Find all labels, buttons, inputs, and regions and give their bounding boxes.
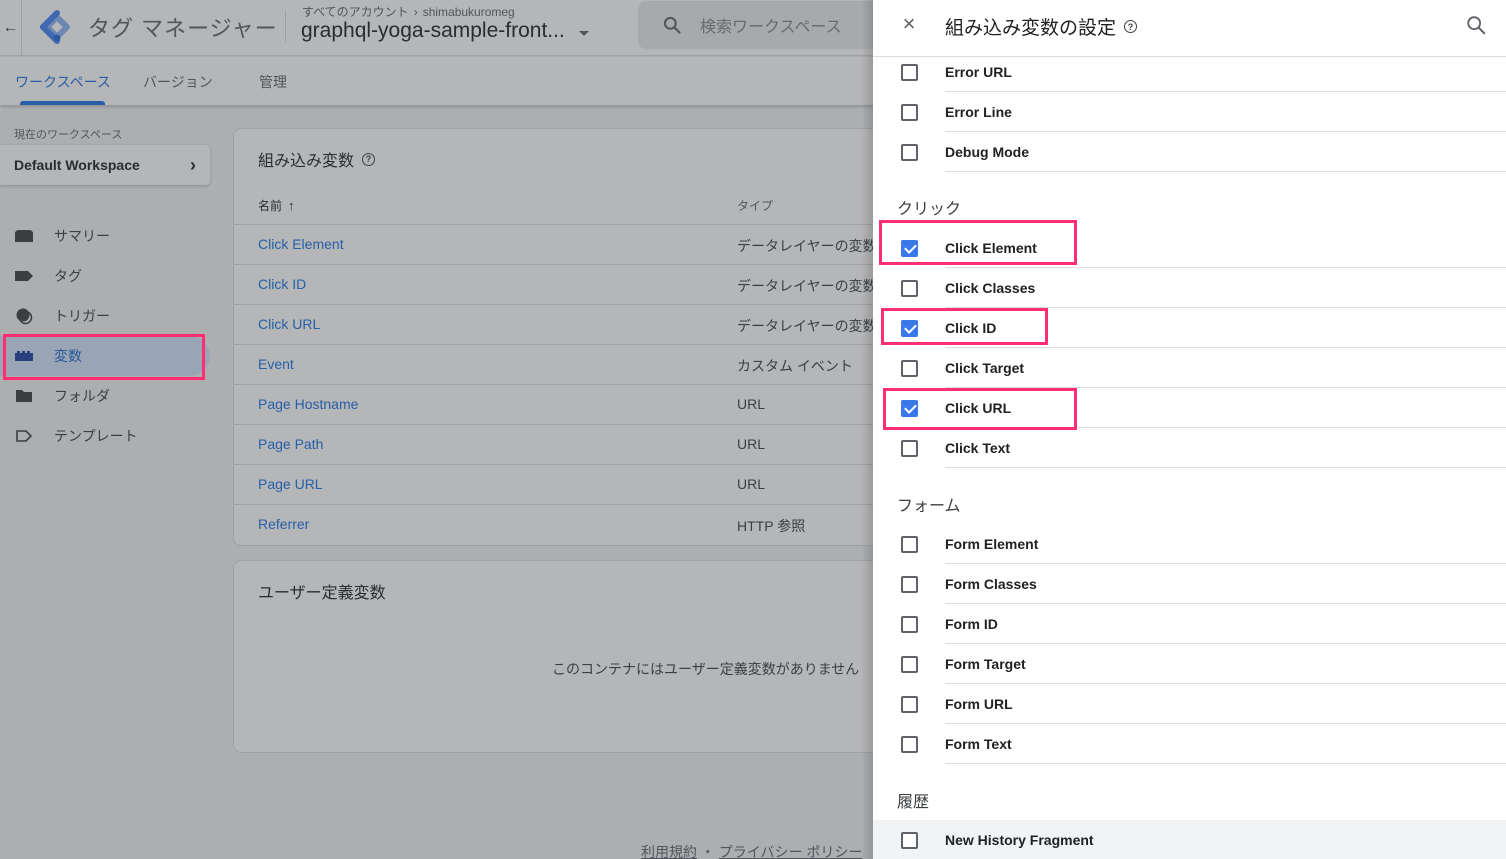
variable-row-error-url[interactable]: Error URL xyxy=(873,52,1506,92)
checkbox-debug-mode[interactable] xyxy=(901,144,918,161)
panel-header: × 組み込み変数の設定 ? xyxy=(873,0,1506,57)
variable-row-click-url[interactable]: Click URL xyxy=(873,388,1506,428)
section-label-history: 履歴 xyxy=(897,794,930,811)
variable-row-click-id[interactable]: Click ID xyxy=(873,308,1506,348)
row-divider xyxy=(945,467,1506,468)
panel-title-text: 組み込み変数の設定 xyxy=(945,18,1117,39)
section-label-click: クリック xyxy=(897,201,962,218)
checkbox-form-id[interactable] xyxy=(901,616,918,633)
variable-label: Form ID xyxy=(945,616,998,632)
variable-label: Click ID xyxy=(945,320,997,336)
panel-shadow xyxy=(861,0,873,859)
variable-row-click-classes[interactable]: Click Classes xyxy=(873,268,1506,308)
variable-label: Debug Mode xyxy=(945,144,1029,160)
variable-row-form-id[interactable]: Form ID xyxy=(873,604,1506,644)
checkbox-form-url[interactable] xyxy=(901,696,918,713)
variable-label: Form Element xyxy=(945,536,1039,552)
checkbox-click-element[interactable] xyxy=(901,240,918,257)
variable-row-form-classes[interactable]: Form Classes xyxy=(873,564,1506,604)
checkbox-error-url[interactable] xyxy=(901,64,918,81)
modal-scrim[interactable] xyxy=(0,0,873,859)
row-divider xyxy=(945,763,1506,764)
checkbox-form-text[interactable] xyxy=(901,736,918,753)
variable-row-new-history-fragment[interactable]: New History Fragment xyxy=(873,820,1506,859)
variable-row-form-element[interactable]: Form Element xyxy=(873,524,1506,564)
checkbox-error-line[interactable] xyxy=(901,104,918,121)
variable-row-click-target[interactable]: Click Target xyxy=(873,348,1506,388)
variable-label: Form Target xyxy=(945,656,1026,672)
checkbox-click-classes[interactable] xyxy=(901,280,918,297)
variable-label: Error URL xyxy=(945,64,1012,80)
search-icon[interactable] xyxy=(1465,14,1487,36)
variable-label: Form Text xyxy=(945,736,1012,752)
variable-row-error-line[interactable]: Error Line xyxy=(873,92,1506,132)
configure-builtin-variables-panel: × 組み込み変数の設定 ? Error URL Error Line Debug… xyxy=(873,0,1506,859)
close-icon[interactable]: × xyxy=(899,13,919,35)
checkbox-form-target[interactable] xyxy=(901,656,918,673)
section-label-form: フォーム xyxy=(897,498,961,515)
variable-label: Click URL xyxy=(945,400,1012,416)
variable-row-form-url[interactable]: Form URL xyxy=(873,684,1506,724)
variable-row-form-text[interactable]: Form Text xyxy=(873,724,1506,764)
checkbox-click-text[interactable] xyxy=(901,440,918,457)
variable-row-click-text[interactable]: Click Text xyxy=(873,428,1506,468)
variable-label: Click Classes xyxy=(945,280,1036,296)
variable-row-form-target[interactable]: Form Target xyxy=(873,644,1506,684)
variable-label: Form URL xyxy=(945,696,1013,712)
checkbox-form-classes[interactable] xyxy=(901,576,918,593)
variable-label: Click Element xyxy=(945,240,1037,256)
panel-title: 組み込み変数の設定 ? xyxy=(945,13,1138,40)
variable-label: Click Target xyxy=(945,360,1025,376)
variable-row-debug-mode[interactable]: Debug Mode xyxy=(873,132,1506,172)
checkbox-form-element[interactable] xyxy=(901,536,918,553)
variable-label: New History Fragment xyxy=(945,832,1094,848)
variable-label: Form Classes xyxy=(945,576,1037,592)
variable-row-click-element[interactable]: Click Element xyxy=(873,228,1506,268)
checkbox-click-id[interactable] xyxy=(901,320,918,337)
row-divider xyxy=(945,171,1506,172)
checkbox-click-url[interactable] xyxy=(901,400,918,417)
checkbox-new-history-fragment[interactable] xyxy=(901,832,918,849)
help-icon[interactable]: ? xyxy=(1124,20,1138,33)
checkbox-click-target[interactable] xyxy=(901,360,918,377)
variable-label: Error Line xyxy=(945,104,1012,120)
variable-label: Click Text xyxy=(945,440,1011,456)
